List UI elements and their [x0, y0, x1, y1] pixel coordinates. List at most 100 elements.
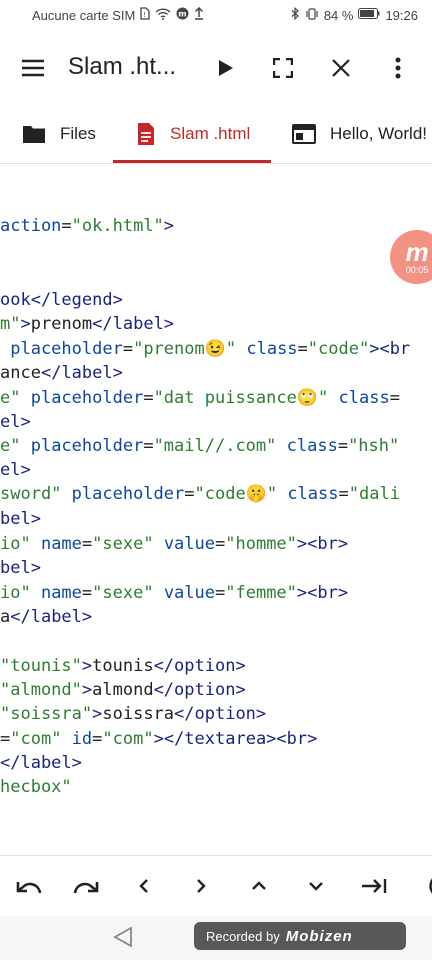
back-nav-button[interactable]: [112, 926, 134, 953]
chevron-up-icon: [252, 881, 266, 890]
code-token: ook</legend>: [0, 290, 123, 310]
code-token: "mail//.com": [153, 436, 277, 456]
code-line[interactable]: ="com" id="com"></textarea><br>: [0, 727, 317, 751]
recording-time: 00:05: [405, 264, 429, 275]
code-line[interactable]: sword" placeholder="code🤫" class="dali: [0, 482, 400, 506]
file-title: Slam .ht...: [68, 53, 177, 80]
fullscreen-icon: [273, 58, 293, 78]
tab-bar: Files Slam .html Hello, World!: [0, 104, 432, 164]
code-line[interactable]: io" name="sexe" value="homme"><br>: [0, 532, 348, 556]
code-line[interactable]: placeholder="prenom😉" class="code"><br: [0, 337, 410, 361]
code-line[interactable]: bel>: [0, 556, 41, 580]
code-line[interactable]: action="ok.html">: [0, 214, 174, 238]
code-token: soissra: [102, 704, 175, 724]
code-token: >: [20, 314, 31, 334]
code-token: m": [0, 314, 21, 334]
code-token: prenom: [30, 314, 93, 334]
code-line[interactable]: "soissra">soissra</option>: [0, 702, 266, 726]
code-line[interactable]: "tounis">tounis</option>: [0, 654, 246, 678]
code-token: class: [277, 484, 339, 504]
code-token: "sexe": [92, 583, 154, 603]
more-vert-icon: [395, 57, 401, 79]
code-token: placeholder: [0, 339, 123, 359]
code-token: class: [236, 339, 298, 359]
code-token: name: [30, 583, 82, 603]
mobizen-logo-icon: m: [405, 236, 429, 267]
menu-button[interactable]: [13, 48, 53, 88]
code-token: placeholder: [61, 484, 185, 504]
code-token: </option>: [153, 680, 246, 700]
code-line[interactable]: el>: [0, 458, 31, 482]
bracket-button[interactable]: [412, 866, 432, 906]
code-line[interactable]: io" name="sexe" value="femme"><br>: [0, 581, 348, 605]
sim-icon: !: [140, 7, 150, 23]
code-token: =: [337, 436, 349, 456]
svg-text:!: !: [143, 11, 146, 19]
code-token: el>: [0, 412, 31, 432]
code-line[interactable]: a</label>: [0, 605, 92, 629]
battery-icon: [358, 8, 380, 22]
code-token: io": [0, 583, 31, 603]
undo-button[interactable]: [9, 866, 49, 906]
tab-files[interactable]: Files: [22, 104, 96, 164]
code-line[interactable]: </label>: [0, 751, 82, 775]
code-line[interactable]: m">prenom</label>: [0, 312, 174, 336]
code-token: </label>: [0, 753, 82, 773]
code-token: hecbox": [0, 777, 72, 797]
cursor-left-button[interactable]: [124, 866, 164, 906]
code-token: </option>: [174, 704, 267, 724]
code-token: =: [81, 534, 93, 554]
code-token: class: [328, 388, 390, 408]
code-token: e": [0, 388, 21, 408]
code-line[interactable]: ook</legend>: [0, 288, 123, 312]
upload-icon: [194, 6, 204, 23]
tab-hello-world[interactable]: Hello, World!: [292, 104, 427, 164]
code-line[interactable]: el>: [0, 410, 31, 434]
code-token: bel>: [0, 509, 41, 529]
overflow-menu-button[interactable]: [378, 48, 418, 88]
code-token: >: [81, 680, 93, 700]
code-token: =: [389, 388, 400, 408]
tab-slam-html[interactable]: Slam .html: [136, 104, 250, 164]
cursor-right-button[interactable]: [181, 866, 221, 906]
code-editor[interactable]: action="ok.html"> ook</legend> m">prenom</…: [0, 164, 432, 854]
code-token: >: [92, 704, 103, 724]
redo-icon: [73, 882, 99, 894]
code-line[interactable]: e" placeholder="mail//.com" class="hsh": [0, 434, 399, 458]
run-button[interactable]: [206, 48, 246, 88]
code-token: "soissra": [0, 704, 93, 724]
code-token: =: [61, 216, 72, 236]
code-token: =: [143, 436, 154, 456]
cursor-down-button[interactable]: [296, 866, 336, 906]
code-token: >: [163, 216, 175, 236]
code-line[interactable]: "almond">almond</option>: [0, 678, 246, 702]
play-icon: [219, 60, 233, 76]
battery-text: 84 %: [323, 7, 354, 23]
code-token: =: [215, 583, 226, 603]
app-toolbar: Slam .ht...: [0, 36, 432, 100]
code-token: =: [81, 583, 93, 603]
vibrate-icon: [305, 7, 319, 23]
code-token: io": [0, 534, 31, 554]
code-token: "almond": [0, 680, 82, 700]
cursor-up-button[interactable]: [239, 866, 279, 906]
code-line[interactable]: hecbox": [0, 775, 72, 799]
code-token: </label>: [40, 363, 123, 383]
code-token: a: [0, 607, 11, 627]
close-file-button[interactable]: [321, 48, 361, 88]
clock-text: 19:26: [385, 7, 418, 23]
tab-label: Files: [60, 124, 96, 143]
chevron-left-icon: [139, 879, 148, 893]
fullscreen-button[interactable]: [263, 48, 303, 88]
back-triangle-icon: [113, 926, 132, 948]
code-token: "hsh": [348, 436, 400, 456]
svg-text:m: m: [179, 10, 187, 19]
redo-button[interactable]: [66, 866, 106, 906]
indent-button[interactable]: [354, 866, 394, 906]
code-line[interactable]: ance</label>: [0, 361, 123, 385]
code-token: =: [122, 339, 134, 359]
code-token: value: [153, 534, 215, 554]
code-line[interactable]: e" placeholder="dat puissance🙄" class=: [0, 386, 400, 410]
code-token: "code🤫": [194, 484, 278, 504]
code-line[interactable]: bel>: [0, 507, 41, 531]
